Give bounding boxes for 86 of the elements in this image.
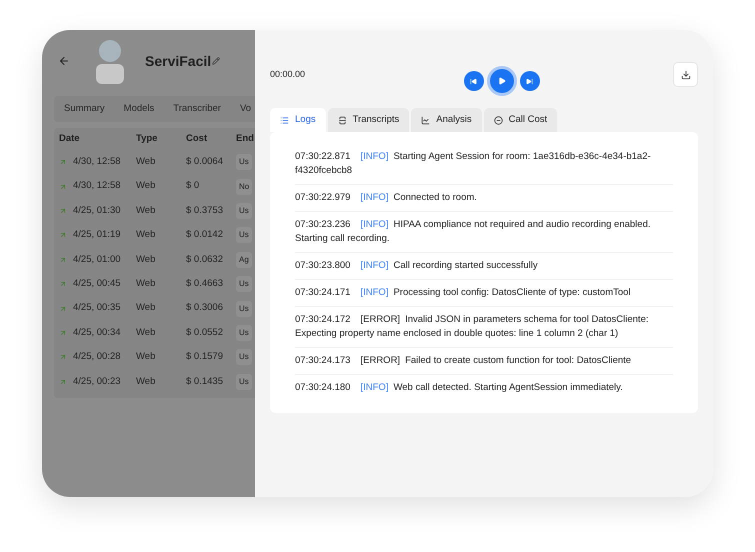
- outgoing-arrow-icon: [59, 231, 67, 240]
- section-tab[interactable]: Summary: [64, 102, 105, 116]
- cost-cell-text: $ 0: [186, 179, 200, 194]
- log-entry: 07:30:23.236 [INFO] HIPAA compliance not required and audio recording enabled. Starting call recording.: [295, 218, 652, 246]
- skip-back-button[interactable]: [464, 71, 484, 91]
- outgoing-arrow-icon: [59, 328, 67, 337]
- outgoing-arrow-icon: [59, 158, 67, 166]
- date-cell: 4/25, 01:19: [73, 228, 121, 242]
- skip-forward-button[interactable]: [520, 71, 540, 91]
- log-entry: 07:30:24.171 [INFO] Processing tool config: DatosCliente of type: customTool: [295, 286, 632, 300]
- column-header: Date: [58, 132, 81, 146]
- log-entry: 07:30:24.173 [ERROR] Failed to create custom function for tool: DatosCliente: [295, 354, 632, 368]
- log-entry: 07:30:22.871 [INFO] Starting Agent Session for room: 1ae316db-e36c-4e34-b1a2-f4320fcebcb8: [295, 150, 652, 178]
- column-header: Type: [136, 132, 158, 146]
- type-cell-text: Web: [136, 155, 156, 170]
- date-cell: 4/30, 12:58: [73, 155, 121, 170]
- outgoing-arrow-icon: [59, 256, 67, 264]
- end-reason-badge: Us: [236, 276, 252, 292]
- list-icon: [280, 116, 289, 124]
- type-cell-text: Web: [136, 350, 156, 364]
- cost-cell-text: $ 0.0552: [186, 326, 224, 340]
- date-cell-text: 4/25, 00:35: [73, 301, 121, 316]
- skip-back-icon: [470, 78, 477, 84]
- detail-tab[interactable]: Analysis: [411, 108, 482, 132]
- date-cell: 4/25, 00:23: [73, 374, 121, 389]
- log-entry: 07:30:22.979 [INFO] Connected to room.: [295, 191, 478, 205]
- detail-tab[interactable]: Call Cost: [484, 108, 558, 132]
- end-reason-badge: No: [236, 178, 252, 195]
- date-cell-text: 4/30, 12:58: [73, 179, 121, 194]
- cost-cell-text: $ 0.0142: [186, 228, 224, 242]
- log-entry: 07:30:23.800 [INFO] Call recording started successfully: [295, 259, 539, 273]
- date-cell: 4/25, 01:00: [73, 252, 121, 267]
- line-chart-icon: [421, 116, 430, 124]
- date-cell-text: 4/25, 00:34: [73, 326, 121, 340]
- play-button[interactable]: [490, 69, 514, 93]
- circle-minus-icon: [494, 116, 503, 124]
- outgoing-arrow-icon: [59, 182, 67, 191]
- type-cell-text: Web: [136, 252, 156, 267]
- type-cell-text: Web: [136, 374, 156, 389]
- log-entry: 07:30:24.180 [INFO] Web call detected. Starting AgentSession immediately.: [295, 381, 624, 395]
- end-reason-badge: Us: [236, 324, 252, 341]
- cost-cell-text: $ 0.1435: [186, 374, 224, 389]
- download-icon: [680, 70, 690, 80]
- detail-tab[interactable]: Transcripts: [328, 108, 410, 132]
- end-reason-badge: Us: [236, 202, 252, 219]
- type-cell-text: Web: [136, 228, 156, 242]
- agent-name: ServiFacil: [145, 52, 212, 70]
- cost-cell-text: $ 0.0632: [186, 252, 224, 267]
- outgoing-arrow-icon: [59, 280, 67, 288]
- end-reason-badge: Us: [236, 374, 252, 390]
- date-cell: 4/25, 00:45: [73, 277, 121, 292]
- date-cell: 4/25, 00:28: [73, 350, 121, 364]
- columns-icon: [338, 116, 347, 124]
- type-cell-text: Web: [136, 301, 156, 316]
- column-header: End: [236, 132, 255, 146]
- type-cell-text: Web: [136, 326, 156, 340]
- outgoing-arrow-icon: [59, 378, 67, 386]
- back-arrow-icon[interactable]: [58, 55, 70, 67]
- section-tab[interactable]: Vo: [240, 102, 252, 116]
- type-cell-text: Web: [136, 204, 156, 218]
- type-cell-text: Web: [136, 179, 156, 194]
- end-reason-badge: Us: [236, 227, 252, 244]
- play-icon: [498, 77, 506, 85]
- log-entry: 07:30:24.172 [ERROR] Invalid JSON in parameters schema for tool DatosCliente: Expecting property name enclosed in double quotes: line 1 column 2 (char 1): [295, 313, 650, 341]
- playback-time: 00:00.00: [270, 68, 306, 81]
- edit-pencil-icon[interactable]: [212, 57, 220, 65]
- cost-cell-text: $ 0.3753: [186, 204, 224, 218]
- cost-cell-text: $ 0.0064: [186, 155, 224, 170]
- end-reason-badge: Ag: [236, 252, 252, 268]
- skip-forward-icon: [526, 78, 533, 84]
- outgoing-arrow-icon: [59, 353, 67, 362]
- outgoing-arrow-icon: [59, 206, 67, 215]
- column-header: Cost: [186, 132, 208, 146]
- end-reason-badge: Us: [236, 300, 252, 317]
- section-tab[interactable]: Models: [124, 102, 154, 116]
- type-cell-text: Web: [136, 277, 156, 292]
- section-tab[interactable]: Transcriber: [173, 102, 221, 116]
- end-reason-badge: Us: [236, 154, 252, 170]
- cost-cell-text: $ 0.4663: [186, 277, 224, 292]
- date-cell-text: 4/25, 01:30: [73, 204, 121, 218]
- detail-tab[interactable]: Logs: [270, 108, 326, 132]
- outgoing-arrow-icon: [59, 304, 67, 313]
- cost-cell-text: $ 0.1579: [186, 350, 224, 364]
- download-button[interactable]: [673, 62, 698, 87]
- cost-cell-text: $ 0.3006: [186, 301, 224, 316]
- end-reason-badge: Us: [236, 349, 252, 366]
